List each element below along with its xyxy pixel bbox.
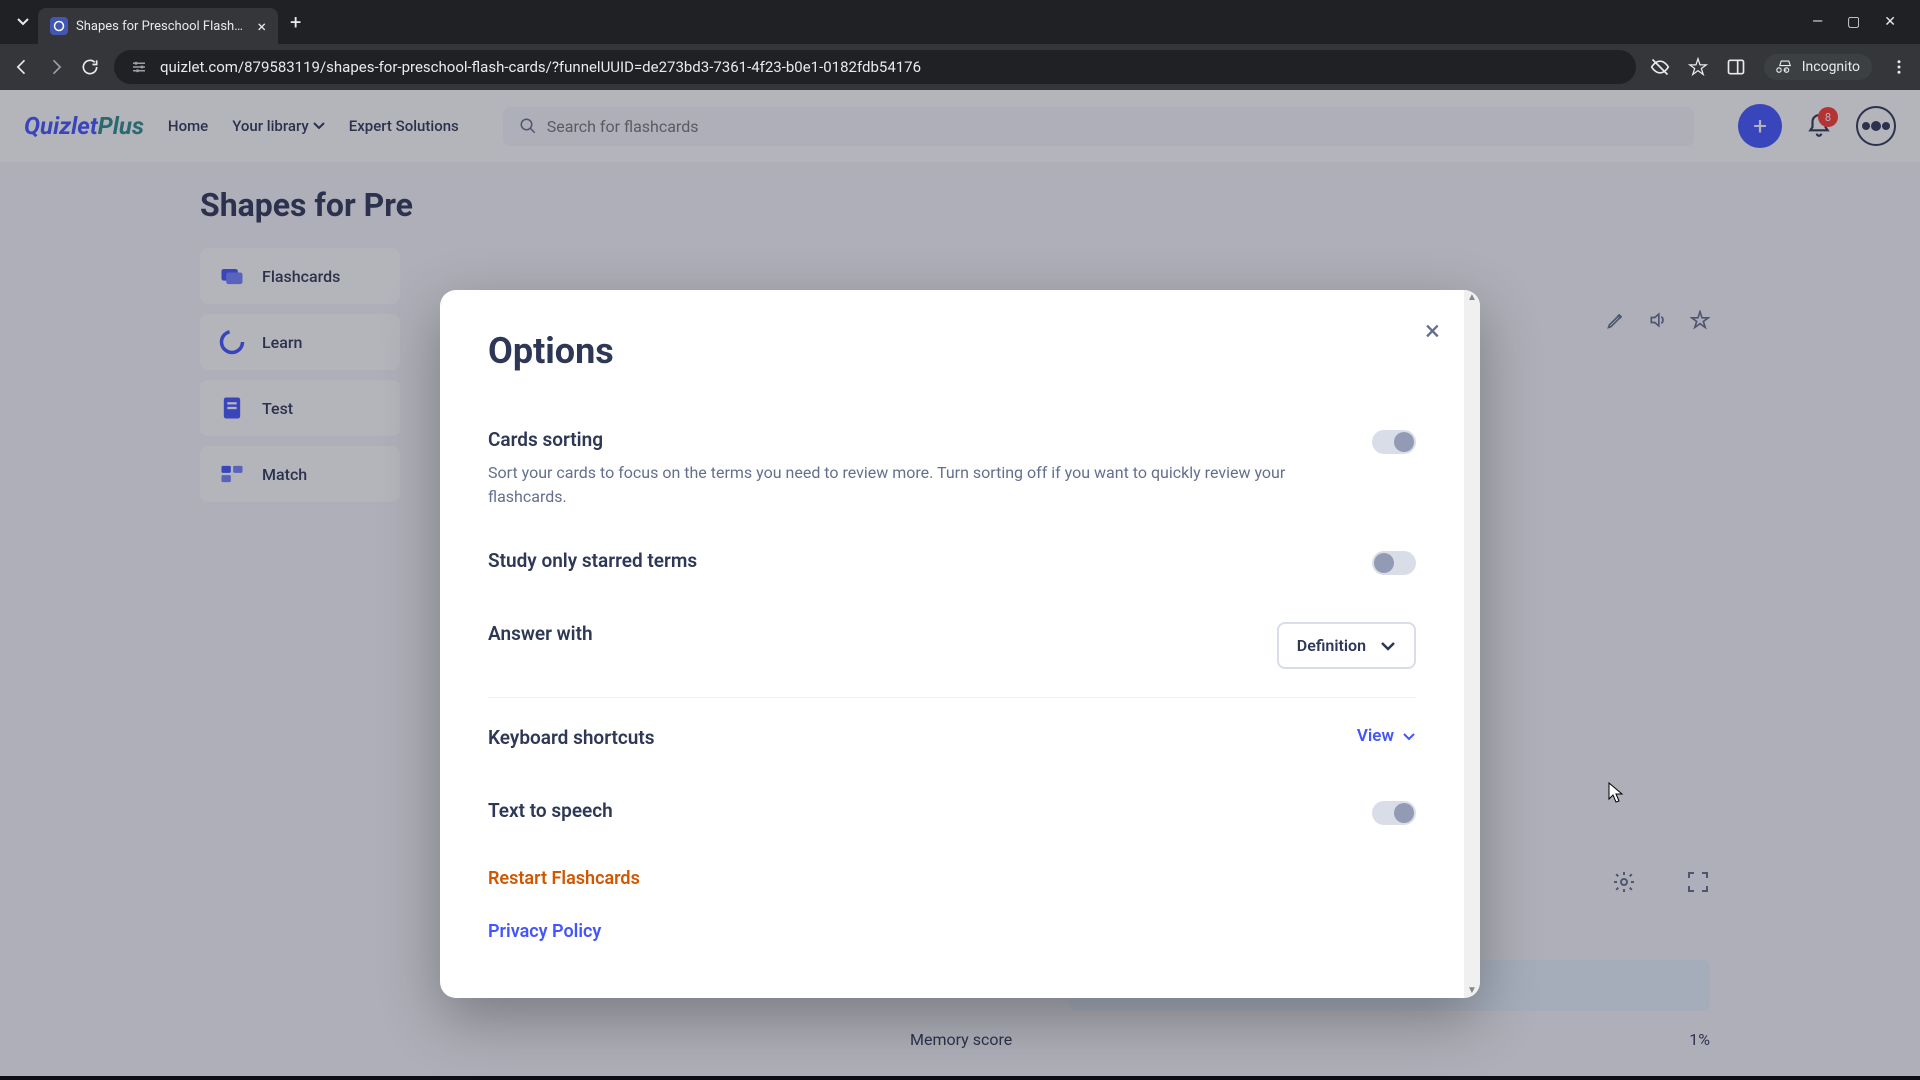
- window-close[interactable]: ✕: [1884, 14, 1896, 30]
- bookmark-star-icon[interactable]: [1688, 57, 1708, 77]
- tab-title: Shapes for Preschool Flashcard: [76, 19, 249, 34]
- keyboard-shortcuts-view[interactable]: View: [1357, 726, 1416, 746]
- starred-terms-toggle[interactable]: [1372, 551, 1416, 575]
- options-modal: × Options Cards sorting Sort your cards …: [440, 290, 1480, 998]
- url-text: quizlet.com/879583119/shapes-for-prescho…: [160, 58, 1620, 76]
- starred-terms-label: Study only starred terms: [488, 549, 1332, 572]
- window-maximize[interactable]: ▢: [1847, 14, 1860, 30]
- chevron-down-icon: [1402, 732, 1416, 741]
- modal-close-button[interactable]: ×: [1425, 314, 1440, 347]
- cards-sorting-description: Sort your cards to focus on the terms yo…: [488, 461, 1332, 509]
- address-bar[interactable]: quizlet.com/879583119/shapes-for-prescho…: [114, 50, 1636, 84]
- answer-with-select[interactable]: Definition: [1277, 622, 1416, 669]
- cards-sorting-label: Cards sorting: [488, 428, 1332, 451]
- browser-back-button[interactable]: [12, 57, 32, 77]
- text-to-speech-label: Text to speech: [488, 799, 1332, 822]
- modal-scrollbar[interactable]: ▲ ▼: [1464, 290, 1480, 998]
- browser-reload-button[interactable]: [80, 57, 100, 77]
- tab-close-button[interactable]: ×: [257, 17, 266, 36]
- browser-forward-button[interactable]: [46, 57, 66, 77]
- incognito-badge[interactable]: Incognito: [1764, 54, 1872, 80]
- eye-off-icon[interactable]: [1650, 57, 1670, 77]
- browser-tab[interactable]: Shapes for Preschool Flashcard ×: [38, 8, 278, 44]
- quizlet-favicon: [50, 17, 68, 35]
- incognito-label: Incognito: [1802, 59, 1860, 75]
- window-minimize[interactable]: —: [1812, 14, 1823, 30]
- modal-title: Options: [488, 330, 1416, 372]
- new-tab-button[interactable]: +: [290, 10, 301, 34]
- answer-with-label: Answer with: [488, 622, 1237, 645]
- side-panel-icon[interactable]: [1726, 57, 1746, 77]
- browser-menu-icon[interactable]: [1890, 58, 1908, 76]
- cards-sorting-toggle[interactable]: [1372, 430, 1416, 454]
- privacy-policy-link[interactable]: Privacy Policy: [488, 905, 1416, 958]
- tab-list-dropdown[interactable]: [8, 7, 38, 37]
- site-settings-icon[interactable]: [130, 58, 148, 76]
- restart-flashcards-link[interactable]: Restart Flashcards: [488, 852, 1416, 905]
- keyboard-shortcuts-label: Keyboard shortcuts: [488, 726, 1317, 749]
- text-to-speech-toggle[interactable]: [1372, 801, 1416, 825]
- chevron-down-icon: [1380, 641, 1396, 651]
